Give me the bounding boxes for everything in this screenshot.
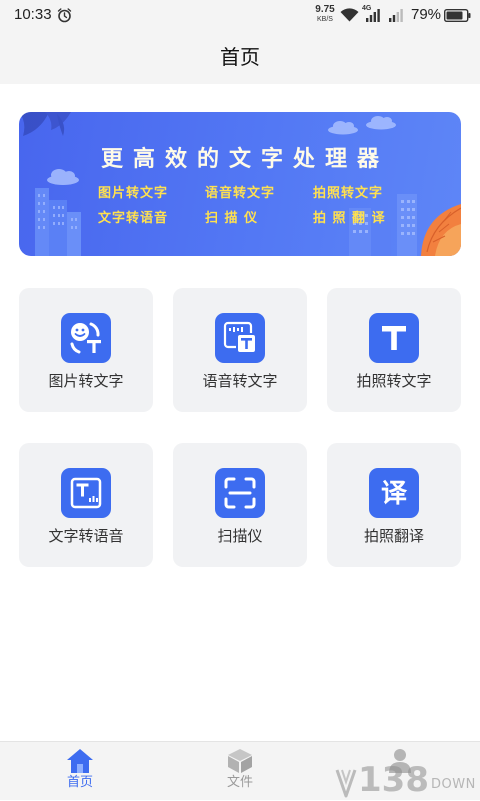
signal-icon <box>366 9 380 22</box>
translate-icon: 译 <box>369 468 419 518</box>
status-bar: 10:33 9.75 KB/S 4G 79% <box>0 0 480 30</box>
banner-feature: 拍 照 翻 译 <box>313 211 386 226</box>
nav-item-files[interactable]: 文件 <box>160 742 320 801</box>
tool-label: 拍照转文字 <box>356 372 432 390</box>
person-icon <box>389 749 411 773</box>
tool-label: 图片转文字 <box>48 372 124 390</box>
banner-feature: 图片转文字 <box>98 186 169 201</box>
tool-card-photo-to-text[interactable]: 拍照转文字 <box>327 288 461 412</box>
tool-card-image-to-text[interactable]: 图片转文字 <box>19 288 153 412</box>
building-decoration <box>35 188 81 256</box>
nav-item-profile[interactable] <box>320 742 480 801</box>
signal-icon <box>389 9 403 22</box>
tool-card-translate[interactable]: 译 拍照翻译 <box>327 443 461 567</box>
voice-to-text-icon <box>215 313 265 363</box>
nav-label: 文件 <box>226 775 253 790</box>
promo-banner[interactable]: 更高效的文字处理器 图片转文字 语音转文字 拍照转文字 文字转语音 扫 描 仪 … <box>19 112 461 256</box>
battery-icon <box>444 9 471 22</box>
status-time: 10:33 <box>14 6 52 23</box>
nav-label: 首页 <box>66 775 93 790</box>
banner-title: 更高效的文字处理器 <box>100 147 389 172</box>
banner-feature: 语音转文字 <box>205 186 276 201</box>
scanner-icon <box>215 468 265 518</box>
banner-illustration <box>19 112 461 256</box>
text-to-speech-icon <box>61 468 111 518</box>
network-speed-unit: KB/S <box>317 16 333 23</box>
leaves-decoration <box>421 204 461 256</box>
tool-card-text-to-speech[interactable]: 文字转语音 <box>19 443 153 567</box>
bottom-nav: 首页 文件 <box>0 741 480 800</box>
nav-item-home[interactable]: 首页 <box>0 742 160 801</box>
battery-percent: 79% <box>411 6 442 23</box>
tool-label: 扫描仪 <box>217 527 263 545</box>
photo-to-text-icon <box>369 313 419 363</box>
tool-card-scanner[interactable]: 扫描仪 <box>173 443 307 567</box>
network-speed: 9.75 KB/S <box>311 4 339 24</box>
banner-feature: 文字转语音 <box>98 211 169 226</box>
leaves-decoration <box>19 112 71 136</box>
wifi-icon <box>340 8 359 22</box>
translate-glyph: 译 <box>381 479 408 509</box>
home-icon <box>67 749 93 773</box>
tool-label: 语音转文字 <box>202 372 278 390</box>
cloud-decoration <box>328 116 396 135</box>
cube-icon <box>228 749 252 773</box>
image-to-text-icon <box>61 313 111 363</box>
tool-label: 拍照翻译 <box>363 527 424 545</box>
banner-feature: 扫 描 仪 <box>205 211 259 226</box>
page-title: 首页 <box>220 45 260 69</box>
alarm-icon <box>57 8 72 23</box>
app-header: 首页 <box>0 30 480 84</box>
tool-label: 文字转语音 <box>48 527 124 545</box>
network-speed-value: 9.75 <box>315 4 335 15</box>
banner-feature: 拍照转文字 <box>313 186 384 201</box>
tool-card-voice-to-text[interactable]: 语音转文字 <box>173 288 307 412</box>
